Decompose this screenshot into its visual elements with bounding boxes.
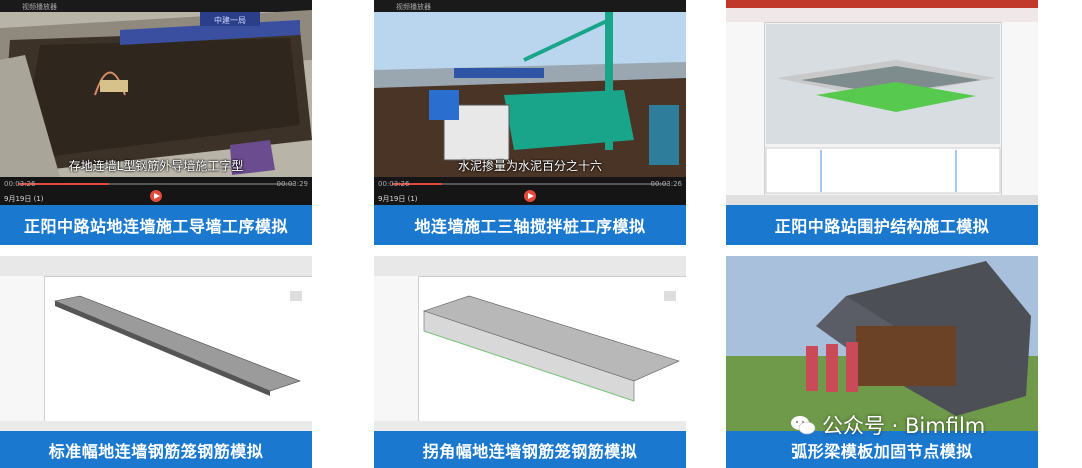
card-caption: 拐角幅地连墙钢筋笼钢筋模拟: [374, 431, 686, 468]
play-icon[interactable]: [524, 190, 536, 202]
player-title: 视频播放器: [396, 3, 431, 11]
time-total: 00:03:26: [650, 180, 682, 188]
scene-standard-cage: [0, 291, 312, 431]
software-screenshot: [726, 0, 1038, 205]
play-icon[interactable]: [150, 190, 162, 202]
watermark-text: 公众号 · Bimfilm: [822, 414, 986, 438]
file-label: 9月19日 (1): [4, 195, 44, 203]
scene-retaining-structure: [726, 0, 1038, 205]
card-caption: 正阳中路站围护结构施工模拟: [726, 205, 1038, 245]
video-subtitle: 水泥掺量为水泥百分之十六: [457, 159, 602, 173]
player-title: 视频播放器: [22, 3, 57, 11]
scene-corner-cage: [374, 291, 686, 431]
wechat-icon: [791, 416, 816, 435]
video-subtitle: 存地连墙L型钢筋外导墙施工字型: [68, 159, 244, 173]
watermark: 公众号 · Bimfilm: [790, 410, 985, 440]
card-caption: 正阳中路站地连墙施工导墙工序模拟: [0, 205, 312, 245]
scene-mixing-pile: [374, 0, 686, 205]
render-image: [726, 256, 1038, 431]
time-elapsed: 00:03:26: [4, 180, 36, 188]
video-thumbnail[interactable]: 视频播放器 水泥掺量为水泥百分之十六 00:03:26 00:03:26 9月1…: [374, 0, 686, 205]
progress-track[interactable]: [18, 183, 294, 185]
scene-guide-wall: 中建一局: [0, 0, 312, 205]
time-total: 00:03:29: [276, 180, 308, 188]
file-label: 9月19日 (1): [378, 195, 418, 203]
progress-track[interactable]: [392, 183, 668, 185]
video-thumbnail[interactable]: 中建一局 视频播放器 存地连墙L型钢筋外导墙施工字型 00:03:26 00:0…: [0, 0, 312, 205]
software-screenshot: [374, 256, 686, 431]
card-caption: 地连墙施工三轴搅拌桩工序模拟: [374, 205, 686, 245]
time-elapsed: 00:03:26: [378, 180, 410, 188]
svg-text:中建一局: 中建一局: [214, 15, 246, 25]
scene-arch-beam: [726, 256, 1038, 431]
software-screenshot: [0, 256, 312, 431]
card-caption: 标准幅地连墙钢筋笼钢筋模拟: [0, 431, 312, 468]
